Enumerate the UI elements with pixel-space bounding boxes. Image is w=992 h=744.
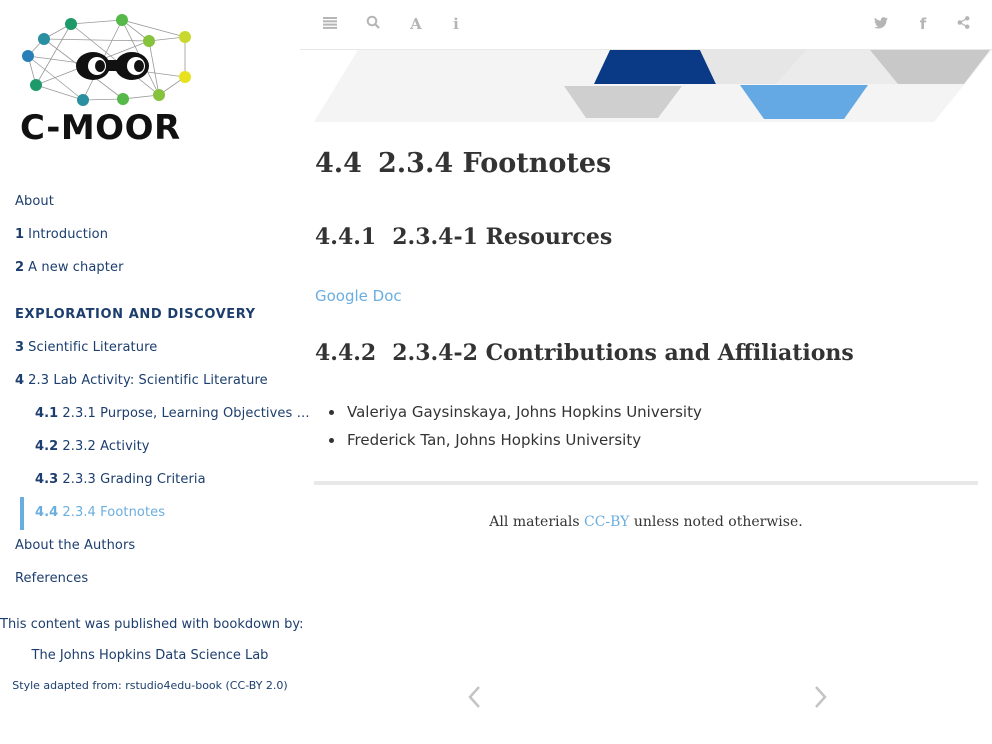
sidebar-item-label: 2.3.3 Grading Criteria	[62, 472, 206, 487]
list-item: Frederick Tan, Johns Hopkins University	[327, 430, 702, 458]
book-toolbar: A i f	[300, 0, 992, 50]
section-number: 4.4.1	[315, 224, 377, 250]
twitter-icon[interactable]	[871, 14, 891, 34]
eyes-icon	[76, 52, 149, 80]
previous-page-icon[interactable]	[462, 680, 488, 714]
sidebar-item-footnotes[interactable]: 4.4 2.3.4 Footnotes	[35, 505, 165, 520]
share-icon[interactable]	[953, 14, 973, 34]
list-item: Valeriya Gaysinskaya, Johns Hopkins Univ…	[327, 402, 702, 430]
license-prefix: All materials	[489, 514, 584, 530]
sidebar-item-number: 3	[15, 340, 25, 355]
sidebar-item-grading-criteria[interactable]: 4.3 2.3.3 Grading Criteria	[35, 472, 206, 487]
license-text: All materials CC-BY unless noted otherwi…	[314, 514, 978, 530]
sidebar-item-number: 4	[15, 373, 25, 388]
sidebar-item-label: 2.3.1 Purpose, Learning Objectives …	[62, 406, 310, 421]
sidebar-item-label: Introduction	[28, 227, 109, 242]
sidebar-item-label: About the Authors	[15, 538, 136, 553]
sidebar-item-about-authors[interactable]: About the Authors	[15, 538, 135, 553]
sidebar-item-about[interactable]: About	[15, 194, 54, 209]
sidebar: C-MOOR About 1 Introduction 2A new chapte…	[0, 0, 310, 744]
sidebar-part-header: EXPLORATION AND DISCOVERY	[15, 307, 256, 322]
sidebar-item-number: 4.3	[35, 472, 59, 487]
sidebar-item-lab-activity[interactable]: 4 2.3 Lab Activity: Scientific Literature	[15, 373, 268, 388]
sidebar-item-scientific-literature[interactable]: 3 Scientific Literature	[15, 340, 157, 355]
font-settings-icon[interactable]: A	[406, 14, 426, 34]
active-indicator	[20, 497, 24, 530]
sidebar-item-number: 4.1	[35, 406, 59, 421]
section-title: 2.3.4-1 Resources	[392, 224, 613, 250]
cc-by-link[interactable]: CC-BY	[584, 514, 629, 530]
sidebar-item-number: 1	[15, 227, 25, 242]
section-number: 4.4.2	[315, 340, 377, 366]
sidebar-item-activity[interactable]: 4.2 2.3.2 Activity	[35, 439, 150, 454]
license-suffix: unless noted otherwise.	[629, 514, 803, 530]
section-number: 4.4	[315, 148, 362, 179]
facebook-icon[interactable]: f	[913, 14, 933, 34]
contributors-list: Valeriya Gaysinskaya, Johns Hopkins Univ…	[327, 402, 702, 458]
jhu-lab-link[interactable]: The Johns Hopkins Data Science Lab	[0, 648, 300, 663]
sidebar-item-number: 2	[15, 260, 25, 275]
sidebar-item-label: Scientific Literature	[28, 340, 158, 355]
menu-icon[interactable]	[320, 14, 340, 34]
search-icon[interactable]	[363, 14, 383, 34]
info-icon[interactable]: i	[446, 14, 466, 34]
style-credit-link[interactable]: Style adapted from: rstudio4edu-book (CC…	[0, 679, 300, 692]
sidebar-item-label: 2.3.4 Footnotes	[62, 505, 166, 520]
footer-divider	[314, 481, 978, 485]
section-title: 2.3.4 Footnotes	[377, 148, 612, 179]
section-title: 2.3.4-2 Contributions and Affiliations	[392, 340, 854, 366]
sidebar-item-number: 4.4	[35, 505, 59, 520]
decorative-banner	[314, 50, 992, 122]
sidebar-item-label: References	[15, 571, 89, 586]
google-doc-link[interactable]: Google Doc	[315, 287, 402, 305]
sidebar-item-purpose[interactable]: 4.1 2.3.1 Purpose, Learning Objectives …	[35, 406, 310, 421]
sidebar-item-number: 4.2	[35, 439, 59, 454]
sidebar-item-introduction[interactable]: 1 Introduction	[15, 227, 108, 242]
sidebar-item-references[interactable]: References	[15, 571, 88, 586]
contributions-heading: 4.4.2 2.3.4-2 Contributions and Affiliati…	[315, 340, 854, 366]
published-by-text: This content was published with bookdown…	[0, 617, 304, 632]
sidebar-item-label: 2.3 Lab Activity: Scientific Literature	[28, 373, 268, 388]
sidebar-item-label: About	[15, 194, 54, 209]
sidebar-item-new-chapter[interactable]: 2A new chapter	[15, 260, 124, 275]
logo-text: C-MOOR	[20, 108, 181, 148]
resources-heading: 4.4.1 2.3.4-1 Resources	[315, 224, 612, 250]
sidebar-item-label: A new chapter	[28, 260, 124, 275]
page-title: 4.4 2.3.4 Footnotes	[315, 148, 611, 179]
next-page-icon[interactable]	[807, 680, 833, 714]
sidebar-item-label: 2.3.2 Activity	[62, 439, 150, 454]
